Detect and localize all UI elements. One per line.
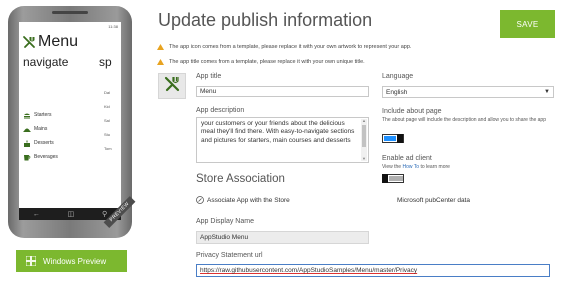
display-name-label: App Display Name xyxy=(196,218,254,225)
phone-nav-list: Starters Mains Desserts Beverages xyxy=(23,108,98,164)
phone-nav-item-beverages: Beverages xyxy=(23,150,98,164)
link-icon xyxy=(196,196,204,204)
display-name-field[interactable]: AppStudio Menu xyxy=(196,231,369,244)
windows-preview-label: Windows Preview xyxy=(43,256,107,266)
store-association-title: Store Association xyxy=(196,173,285,185)
phone-peek-item: Sal xyxy=(104,118,110,123)
windows-start-icon: ◫ xyxy=(67,210,75,218)
phone-nav-item-starters: Starters xyxy=(23,108,98,122)
app-description-textarea[interactable]: your customers or your friends about the… xyxy=(196,117,369,163)
phone-nav-label: Desserts xyxy=(34,140,54,146)
phone-nav-label: Mains xyxy=(34,126,48,132)
associate-app-link[interactable]: Associate App with the Store xyxy=(196,196,290,204)
fork-knife-icon xyxy=(163,75,181,98)
scroll-up-icon[interactable]: ▲ xyxy=(362,119,366,123)
phone-speaker xyxy=(52,11,88,14)
pubcenter-link[interactable]: Microsoft pubCenter data xyxy=(397,197,470,204)
dish-icon xyxy=(23,126,31,133)
include-about-toggle[interactable] xyxy=(382,134,404,143)
phone-status-time: 11:38 xyxy=(108,24,118,29)
phone-hardware-buttons: ← ◫ ⚲ xyxy=(19,208,121,220)
burger-icon xyxy=(23,112,31,119)
phone-peek-item: Kid xyxy=(104,104,110,109)
language-label: Language xyxy=(382,73,414,80)
fork-knife-icon xyxy=(22,35,36,49)
phone-app-title: Menu xyxy=(38,33,79,50)
app-description-text: your customers or your friends about the… xyxy=(201,120,355,144)
phone-nav-label: Starters xyxy=(34,112,52,118)
ad-client-note-prefix: View the xyxy=(382,164,403,170)
phone-peek-list: Dal Kid Sal Stu Tom xyxy=(104,90,121,160)
include-about-label: Include about page xyxy=(382,108,442,115)
cake-icon xyxy=(23,140,31,147)
warning-app-title: The app title comes from a template, ple… xyxy=(157,59,365,65)
app-title-label: App title xyxy=(196,73,222,80)
phone-nav-peek: sp xyxy=(99,55,112,69)
description-scrollbar[interactable]: ▲ ▼ xyxy=(361,119,367,161)
associate-app-label: Associate App with the Store xyxy=(207,196,290,204)
back-arrow-icon: ← xyxy=(32,210,40,218)
app-title-input[interactable]: Menu xyxy=(196,86,369,97)
toggle-fill-on xyxy=(384,136,396,141)
phone-peek-item: Dal xyxy=(104,90,111,95)
warning-icon xyxy=(157,44,164,50)
phone-peek-item: Stu xyxy=(104,132,111,137)
phone-screen: 11:38 Menu navigate sp Starters Mains De… xyxy=(19,22,121,208)
privacy-url-label: Privacy Statement url xyxy=(196,252,263,259)
page-title: Update publish information xyxy=(158,10,373,30)
warning-app-icon: The app icon comes from a template, plea… xyxy=(157,44,411,50)
phone-nav-label: Beverages xyxy=(34,154,58,160)
toggle-fill-off xyxy=(389,176,403,181)
windows-logo-icon xyxy=(25,255,37,267)
phone-peek-item: Tom xyxy=(104,146,112,151)
include-about-note: The about page will include the descript… xyxy=(382,117,546,123)
toggle-knob xyxy=(397,134,403,143)
language-select[interactable]: English ▼ xyxy=(382,86,554,98)
phone-preview: 11:38 Menu navigate sp Starters Mains De… xyxy=(8,6,136,238)
toggle-knob xyxy=(382,174,388,183)
ad-client-note: View the How To to learn more xyxy=(382,164,450,170)
scroll-down-icon[interactable]: ▼ xyxy=(362,157,366,161)
app-icon-upload[interactable] xyxy=(158,73,186,99)
search-icon: ⚲ xyxy=(101,210,108,218)
privacy-url-input[interactable]: https://raw.githubusercontent.com/AppStu… xyxy=(196,264,550,277)
how-to-link[interactable]: How To xyxy=(402,164,419,170)
warning-text: The app title comes from a template, ple… xyxy=(169,59,365,65)
privacy-url-value: https://raw.githubusercontent.com/AppStu… xyxy=(200,267,418,274)
language-value: English xyxy=(386,89,408,96)
cup-icon xyxy=(23,154,31,161)
save-button[interactable]: SAVE xyxy=(500,10,555,38)
ad-client-toggle[interactable] xyxy=(382,174,404,183)
warning-text: The app icon comes from a template, plea… xyxy=(169,44,412,50)
phone-nav-item-desserts: Desserts xyxy=(23,136,98,150)
phone-nav-item-mains: Mains xyxy=(23,122,98,136)
ad-client-note-suffix: to learn more xyxy=(419,164,450,170)
app-description-label: App description xyxy=(196,107,245,114)
scroll-thumb[interactable] xyxy=(362,125,366,147)
chevron-down-icon: ▼ xyxy=(544,89,550,95)
phone-nav-header: navigate xyxy=(23,55,69,69)
warning-icon xyxy=(157,59,164,65)
windows-preview-button[interactable]: Windows Preview xyxy=(16,250,127,272)
ad-client-label: Enable ad client xyxy=(382,155,432,162)
